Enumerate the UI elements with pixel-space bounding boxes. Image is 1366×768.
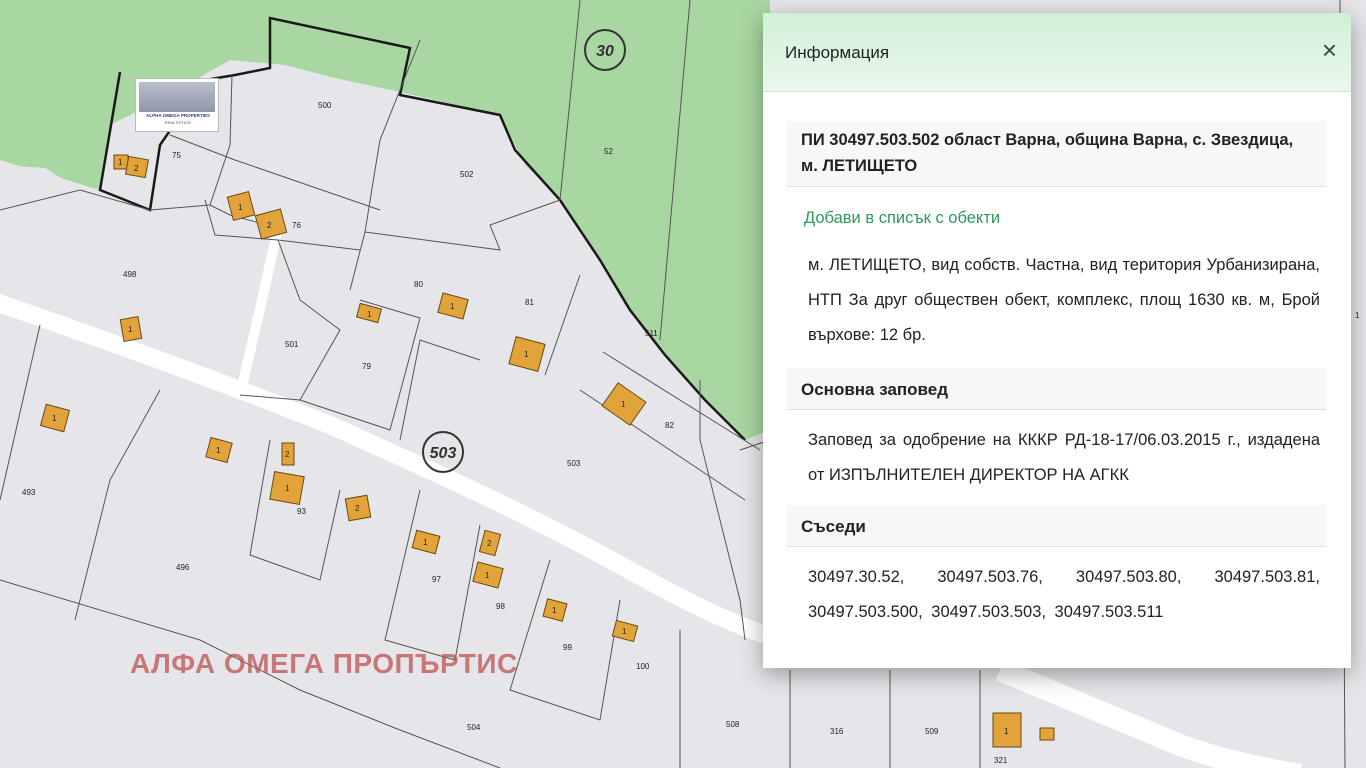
building-number: 1 [238, 203, 243, 212]
parcel-label: 81 [525, 298, 534, 307]
building-number: 1 [552, 606, 557, 615]
building-number: 1 [485, 571, 490, 580]
parcel-label: 503 [567, 459, 581, 468]
building-number: 1 [118, 158, 123, 167]
building-number: 2 [487, 539, 492, 548]
building-number: 2 [267, 221, 272, 230]
parcel-label: 502 [460, 170, 474, 179]
building-number: 1 [1004, 727, 1009, 736]
building-number: 1 [450, 302, 455, 311]
logo-mountain-icon [139, 82, 215, 112]
order-section-title: Основна заповед [787, 368, 1326, 410]
logo-name: ALPHA OMEGA PROPERTIES [146, 113, 210, 118]
parcel-label: 508 [726, 720, 740, 729]
parcel-label: 75 [172, 151, 181, 160]
building-number: 1 [216, 446, 221, 455]
add-to-list-link[interactable]: Добави в списък с обекти [804, 209, 1000, 228]
parcel-label: 321 [994, 756, 1008, 765]
building-number: 1 [128, 325, 133, 334]
neighbors-section-title: Съседи [787, 505, 1326, 547]
close-icon[interactable]: × [1322, 35, 1337, 65]
parcel-label: 99 [563, 643, 572, 652]
order-text: Заповед за одобрение на КККР РД-18-17/06… [808, 431, 1320, 484]
parcel-label: 82 [665, 421, 674, 430]
parcel-label: 79 [362, 362, 371, 371]
parcel-description: м. ЛЕТИЩЕТО, вид собств. Частна, вид тер… [808, 256, 1320, 344]
building-number: 2 [285, 450, 290, 459]
parcel-label: 76 [292, 221, 301, 230]
parcel-label: 80 [414, 280, 423, 289]
parcel-label: 511 [645, 329, 658, 338]
parcel-label: 496 [176, 563, 190, 572]
building-number: 2 [355, 504, 360, 513]
parcel-label: 504 [467, 723, 481, 732]
building-number: 1 [52, 414, 57, 423]
info-panel: Информация × ПИ 30497.503.502 област Вар… [763, 13, 1351, 668]
district-number: 503 [430, 445, 457, 462]
parcel-title: ПИ 30497.503.502 област Варна, община Ва… [787, 121, 1326, 187]
parcel-label: 501 [285, 340, 299, 349]
building-number: 1 [621, 400, 626, 409]
parcel-label: 98 [496, 602, 505, 611]
parcel-label: 97 [432, 575, 441, 584]
parcel-label: 93 [297, 507, 306, 516]
parcel-label: 316 [830, 727, 844, 736]
parcel-label: 500 [318, 101, 332, 110]
parcel-label: 498 [123, 270, 137, 279]
parcel-label: 509 [925, 727, 939, 736]
building-number: 1 [622, 627, 627, 636]
building-number: 1 [285, 484, 290, 493]
building-number: 2 [134, 164, 139, 173]
company-logo: ALPHA OMEGA PROPERTIES REAL ESTATE [135, 78, 219, 132]
watermark: АЛФА ОМЕГА ПРОПЪРТИС [130, 648, 518, 679]
building-number: 1 [423, 538, 428, 547]
building-number: 1 [524, 350, 529, 359]
parcel-label: 52 [604, 147, 613, 156]
building-number: 1 [367, 310, 372, 319]
zone-number: 30 [596, 43, 614, 60]
parcel-label: 100 [636, 662, 650, 671]
panel-header: Информация × [763, 13, 1351, 92]
neighbors-list: 30497.30.52, 30497.503.76, 30497.503.80,… [808, 568, 1320, 621]
parcel-label: 493 [22, 488, 36, 497]
panel-title: Информация [785, 43, 890, 62]
parcel-label: 1 [1355, 311, 1360, 320]
logo-subtitle: REAL ESTATE [164, 120, 192, 125]
